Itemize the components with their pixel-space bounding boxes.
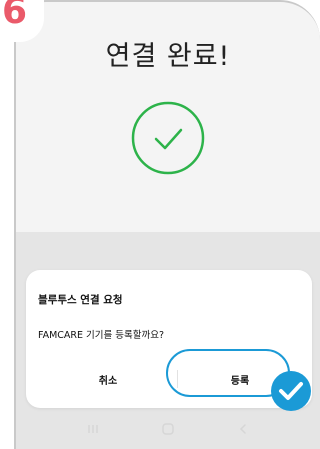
home-icon[interactable] bbox=[158, 419, 178, 439]
dialog-message: FAMCARE 기기를 등록할까요? bbox=[38, 330, 165, 341]
recent-apps-icon[interactable] bbox=[83, 419, 103, 439]
cancel-button[interactable]: 취소 bbox=[68, 366, 148, 392]
navigation-bar bbox=[16, 409, 320, 449]
dialog-title: 블루투스 연결 요청 bbox=[38, 294, 123, 306]
step-number: 6 bbox=[2, 0, 28, 32]
check-circle-icon bbox=[131, 101, 205, 175]
back-icon[interactable] bbox=[233, 419, 253, 439]
button-divider bbox=[177, 370, 178, 388]
page-title: 연결 완료! bbox=[105, 41, 231, 72]
bluetooth-request-dialog: 블루투스 연결 요청 FAMCARE 기기를 등록할까요? 취소 등록 bbox=[26, 270, 312, 411]
phone-screen: 연결 완료! 블루투스 연결 요청 FAMCARE 기기를 등록할까요? 취소 … bbox=[14, 0, 320, 449]
checkmark-badge-icon bbox=[271, 371, 311, 411]
